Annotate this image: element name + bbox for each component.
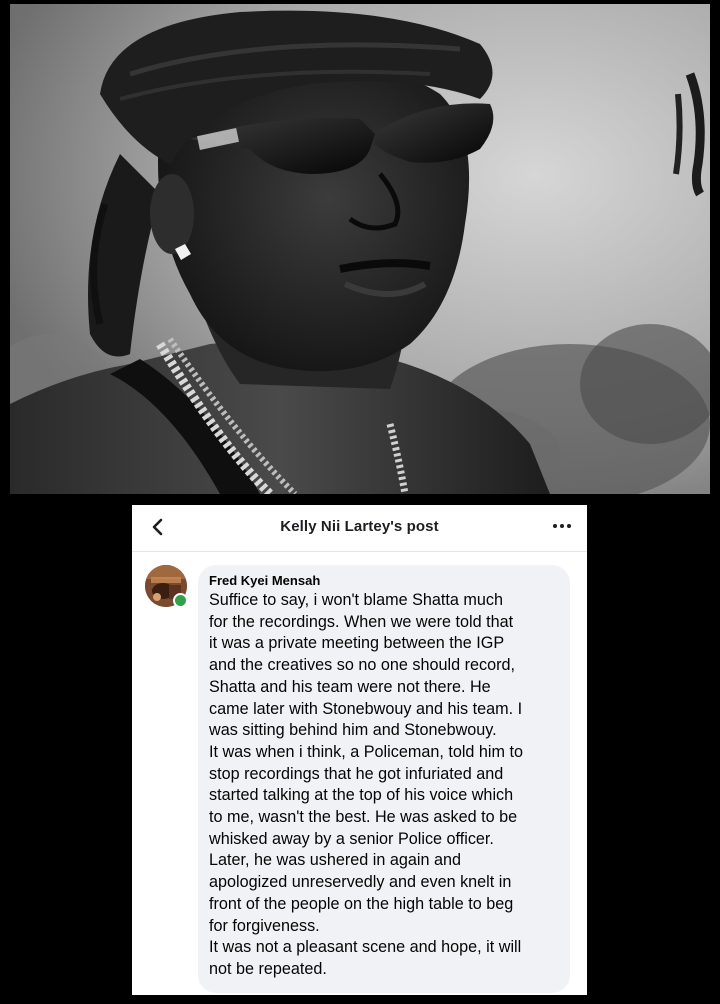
more-dot (560, 524, 564, 528)
post-title: Kelly Nii Lartey's post (280, 518, 439, 535)
comment-line: whisked away by a senior Police officer. (209, 829, 494, 848)
comment-line: apologized unreservedly and even knelt i… (209, 873, 512, 892)
comment-author-name[interactable]: Fred Kyei Mensah (209, 572, 558, 590)
post-screenshot-card: Kelly Nii Lartey's post Fred Kyei Mensah… (132, 505, 587, 995)
comment-line: started talking at the top of his voice … (209, 786, 514, 805)
comment-line: was sitting behind him and Stonebwouy. (209, 721, 497, 740)
post-header: Kelly Nii Lartey's post (132, 505, 587, 552)
comment-line: and the creatives so no one should recor… (209, 656, 515, 675)
chevron-left-icon (152, 518, 163, 536)
online-status-indicator (173, 593, 188, 608)
comment-line: It was when i think, a Policeman, told h… (209, 742, 524, 761)
more-options-button[interactable] (547, 513, 577, 539)
comment-line: It was not a pleasant scene and hope, it… (209, 938, 522, 957)
back-button[interactable] (144, 514, 170, 540)
comment-line: not be repeated. (209, 959, 327, 978)
comment-line: it was a private meeting between the IGP (209, 634, 505, 653)
comment-line: came later with Stonebwouy and his team.… (209, 699, 523, 718)
portrait-illustration (10, 4, 710, 494)
portrait-photo (10, 4, 710, 494)
comment-text: Suffice to say, i won't blame Shatta muc… (209, 590, 558, 981)
comment-line: to me, wasn't the best. He was asked to … (209, 808, 518, 827)
more-dot (567, 524, 571, 528)
comment-line: stop recordings that he got infuriated a… (209, 764, 504, 783)
comment-line: front of the people on the high table to… (209, 894, 514, 913)
comment-bubble: Fred Kyei Mensah Suffice to say, i won't… (198, 565, 570, 993)
more-horizontal-icon (553, 524, 557, 528)
comment-line: Later, he was ushered in again and (209, 851, 461, 870)
comment-line: Suffice to say, i won't blame Shatta muc… (209, 591, 504, 609)
comment-line: Shatta and his team were not there. He (209, 677, 491, 696)
comment-line: for forgiveness. (209, 916, 320, 935)
comment-line: for the recordings. When we were told th… (209, 612, 514, 631)
commenter-avatar[interactable] (145, 565, 188, 608)
